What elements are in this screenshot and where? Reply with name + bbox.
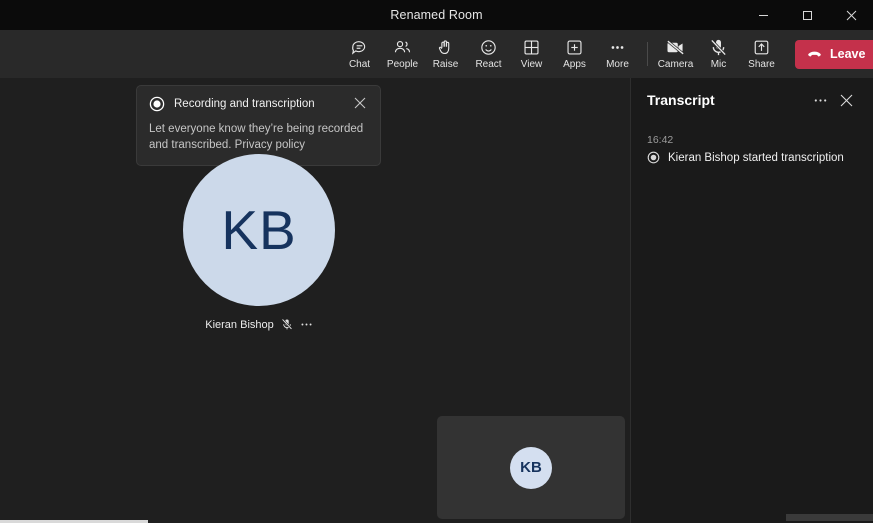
leave-label: Leave (830, 47, 865, 61)
camera-off-icon (665, 38, 686, 58)
chat-icon (350, 38, 369, 58)
apps-icon (565, 38, 584, 58)
leave-button[interactable]: Leave (795, 40, 873, 69)
raise-hand-icon (436, 38, 455, 58)
mic-off-icon (708, 38, 729, 58)
toolbar-center-group: Chat People (338, 30, 639, 78)
share-icon (752, 38, 771, 58)
transcript-entries: 16:42 Kieran Bishop started transcriptio… (631, 122, 873, 164)
meeting-stage: Recording and transcription Let everyone… (0, 78, 629, 523)
close-button[interactable] (829, 0, 873, 30)
bottom-edge-strip (786, 514, 873, 521)
transcript-timestamp: 16:42 (647, 134, 859, 146)
toolbar-divider (647, 42, 648, 66)
react-icon (479, 38, 498, 58)
toolbar-right-group: Camera Mic (645, 30, 873, 78)
toolbar-button-share[interactable]: Share (740, 32, 783, 76)
toolbar-label-raise: Raise (433, 59, 459, 71)
meeting-toolbar: Chat People (0, 30, 873, 78)
toast-title: Recording and transcription (174, 98, 315, 110)
toolbar-button-react[interactable]: React (467, 32, 510, 76)
teams-meeting-window: Renamed Room Chat (0, 0, 873, 523)
more-icon[interactable] (300, 318, 313, 331)
toolbar-label-react: React (475, 59, 501, 71)
toast-header: Recording and transcription (149, 96, 368, 112)
record-icon (647, 151, 660, 164)
toolbar-label-mic: Mic (711, 59, 727, 71)
toolbar-label-people: People (387, 59, 418, 71)
transcript-panel-title: Transcript (647, 92, 807, 108)
transcript-entry: Kieran Bishop started transcription (647, 151, 859, 164)
close-icon[interactable] (354, 96, 370, 112)
mic-off-icon (281, 318, 293, 331)
maximize-button[interactable] (785, 0, 829, 30)
transcript-panel-header: Transcript (631, 78, 873, 122)
toolbar-button-view[interactable]: View (510, 32, 553, 76)
window-controls (741, 0, 873, 30)
toolbar-button-people[interactable]: People (381, 32, 424, 76)
page-title: Renamed Room (390, 8, 482, 22)
toolbar-button-chat[interactable]: Chat (338, 32, 381, 76)
toolbar-button-apps[interactable]: Apps (553, 32, 596, 76)
minimize-button[interactable] (741, 0, 785, 30)
toolbar-button-mic[interactable]: Mic (697, 32, 740, 76)
transcript-panel: Transcript 16:42 (630, 78, 873, 523)
self-video-tile[interactable]: KB (437, 416, 625, 519)
transcript-entry-text: Kieran Bishop started transcription (668, 152, 844, 164)
toolbar-label-camera: Camera (658, 59, 694, 71)
participant-name: Kieran Bishop (205, 319, 274, 331)
toolbar-label-more: More (606, 59, 629, 71)
more-icon (608, 38, 627, 58)
hangup-icon (806, 44, 823, 64)
participant-info-bar: Kieran Bishop (183, 318, 335, 331)
toast-body-text: Let everyone know they’re being recorded… (149, 121, 367, 153)
avatar: KB (183, 154, 335, 306)
close-icon[interactable] (833, 87, 859, 113)
toolbar-label-share: Share (748, 59, 775, 71)
participant-tile-kieran-bishop[interactable]: KB Kieran Bishop (183, 154, 335, 331)
toolbar-button-camera[interactable]: Camera (654, 32, 697, 76)
toolbar-label-chat: Chat (349, 59, 370, 71)
people-icon (393, 38, 412, 58)
toolbar-label-apps: Apps (563, 59, 586, 71)
view-icon (522, 38, 541, 58)
toolbar-button-more[interactable]: More (596, 32, 639, 76)
more-icon[interactable] (807, 87, 833, 113)
toolbar-button-raise[interactable]: Raise (424, 32, 467, 76)
record-icon (149, 96, 165, 112)
avatar: KB (510, 447, 552, 489)
title-bar: Renamed Room (0, 0, 873, 30)
toolbar-label-view: View (521, 59, 543, 71)
